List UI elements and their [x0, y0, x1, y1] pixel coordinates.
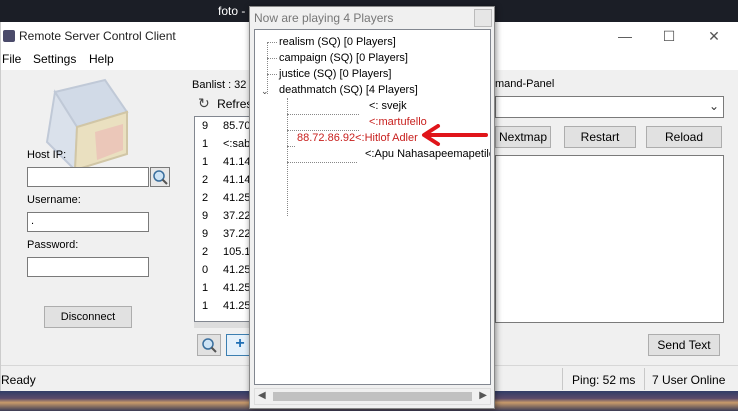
table-row[interactable]: 9 37.22: [195, 207, 253, 225]
table-row[interactable]: 1 41.25: [195, 279, 253, 297]
nextmap-button[interactable]: Nextmap: [495, 126, 551, 148]
tree-node-justice[interactable]: justice (SQ) [0 Players]: [279, 68, 391, 80]
tree-node-deathmatch[interactable]: deathmatch (SQ) [4 Players]: [279, 84, 418, 96]
reload-button[interactable]: Reload: [646, 126, 722, 148]
tree-connector: [287, 162, 357, 163]
status-users-online: 7 User Online: [652, 373, 726, 387]
player-item[interactable]: <:Apu Nahasapeemapetilor: [365, 148, 490, 160]
host-search-button[interactable]: [150, 167, 170, 187]
tree-connector: [267, 42, 277, 43]
ban-count: 0: [202, 264, 209, 276]
tree-connector: [287, 114, 359, 115]
table-row[interactable]: 1 41.25: [195, 297, 253, 315]
host-ip-label: Host IP:: [27, 149, 67, 161]
ban-count: 1: [202, 300, 209, 312]
ban-ip: 41.25: [223, 192, 251, 204]
banlist-table[interactable]: 9 85.70 1 <:sab 1 41.14 2 41.14 2 41.25 9 37.2…: [194, 116, 254, 322]
player-item[interactable]: 88.72.86.92<:Hitlof Adler: [297, 132, 418, 144]
chevron-down-icon: ⌄: [708, 99, 719, 113]
password-label: Password:: [27, 239, 79, 251]
disconnect-button[interactable]: Disconnect: [44, 306, 132, 328]
command-panel-title: mand-Panel: [495, 78, 555, 90]
window-title: Remote Server Control Client: [19, 29, 176, 43]
banlist-title: Banlist : 32: [192, 79, 247, 91]
ban-count: 2: [202, 246, 209, 258]
ban-count: 9: [202, 228, 209, 240]
tree-connector: [267, 74, 277, 75]
tree-connector: [267, 58, 277, 59]
tree-node-realism[interactable]: realism (SQ) [0 Players]: [279, 36, 396, 48]
ban-count: 1: [202, 156, 209, 168]
server-tree[interactable]: realism (SQ) [0 Players] campaign (SQ) […: [254, 29, 491, 385]
send-text-button[interactable]: Send Text: [648, 334, 720, 356]
table-row[interactable]: 2 105.1: [195, 243, 253, 261]
refresh-icon: ↻: [198, 95, 210, 111]
collapse-chevron-icon[interactable]: ⌄: [261, 86, 269, 97]
ban-ip: 41.14: [223, 174, 251, 186]
table-row[interactable]: 1 <:sab: [195, 135, 253, 153]
banlist-scrollbar[interactable]: [194, 322, 254, 328]
ban-count: 9: [202, 120, 209, 132]
ban-ip: 41.25: [223, 300, 251, 312]
table-row[interactable]: 9 37.22: [195, 225, 253, 243]
scroll-left-icon[interactable]: ◀: [258, 390, 266, 401]
minimize-icon[interactable]: —: [615, 27, 635, 45]
players-popup: Now are playing 4 Players realism (SQ) […: [249, 6, 495, 409]
ban-ip: 41.14: [223, 156, 251, 168]
banlist-search-button[interactable]: [197, 334, 221, 356]
player-item[interactable]: <: svejk: [369, 100, 407, 112]
popup-horizontal-scrollbar[interactable]: ◀ ▶: [254, 388, 491, 405]
scrollbar-thumb[interactable]: [273, 392, 472, 401]
popup-close-button[interactable]: [474, 9, 492, 27]
ban-count: 1: [202, 138, 209, 150]
close-icon[interactable]: ✕: [704, 27, 724, 45]
table-row[interactable]: 0 41.25: [195, 261, 253, 279]
command-text-area[interactable]: [495, 155, 724, 323]
ban-count: 2: [202, 174, 209, 186]
refresh-label: Refres: [217, 97, 253, 111]
app-icon: [3, 30, 15, 42]
ban-ip: 37.22: [223, 228, 251, 240]
ban-ip: 37.22: [223, 210, 251, 222]
background-window-title: foto -: [218, 4, 246, 18]
ban-ip: 105.1: [223, 246, 251, 258]
ban-ip: <:sab: [223, 138, 251, 150]
menu-file[interactable]: File: [2, 52, 21, 66]
annotation-arrow-icon: [422, 124, 488, 146]
menu-settings[interactable]: Settings: [33, 52, 76, 66]
status-ping: Ping: 52 ms: [572, 373, 636, 387]
tree-node-campaign[interactable]: campaign (SQ) [0 Players]: [279, 52, 408, 64]
magnifier-icon: [202, 338, 217, 353]
password-input[interactable]: [27, 257, 149, 277]
status-separator: [562, 368, 563, 390]
ban-ip: 41.25: [223, 264, 251, 276]
popup-title: Now are playing 4 Players: [254, 11, 394, 25]
ban-ip: 41.25: [223, 282, 251, 294]
tree-connector: [287, 130, 359, 131]
username-input[interactable]: .: [27, 212, 149, 232]
refresh-button[interactable]: ↻ Refres: [198, 95, 252, 112]
tree-connector: [287, 146, 295, 147]
restart-button[interactable]: Restart: [564, 126, 636, 148]
ban-count: 2: [202, 192, 209, 204]
command-select[interactable]: ⌄: [495, 96, 724, 118]
host-ip-input[interactable]: [27, 167, 149, 187]
ban-ip: 85.70: [223, 120, 251, 132]
maximize-icon[interactable]: ☐: [659, 27, 679, 45]
menu-help[interactable]: Help: [89, 52, 114, 66]
username-label: Username:: [27, 194, 81, 206]
tree-connector: [287, 98, 288, 216]
status-ready: Ready: [1, 373, 36, 387]
status-separator: [644, 368, 645, 390]
magnifier-icon: [153, 170, 168, 185]
table-row[interactable]: 1 41.14: [195, 153, 253, 171]
table-row[interactable]: 9 85.70: [195, 117, 253, 135]
table-row[interactable]: 2 41.25: [195, 189, 253, 207]
ban-count: 9: [202, 210, 209, 222]
ban-count: 1: [202, 282, 209, 294]
table-row[interactable]: 2 41.14: [195, 171, 253, 189]
scroll-right-icon[interactable]: ▶: [479, 390, 487, 401]
